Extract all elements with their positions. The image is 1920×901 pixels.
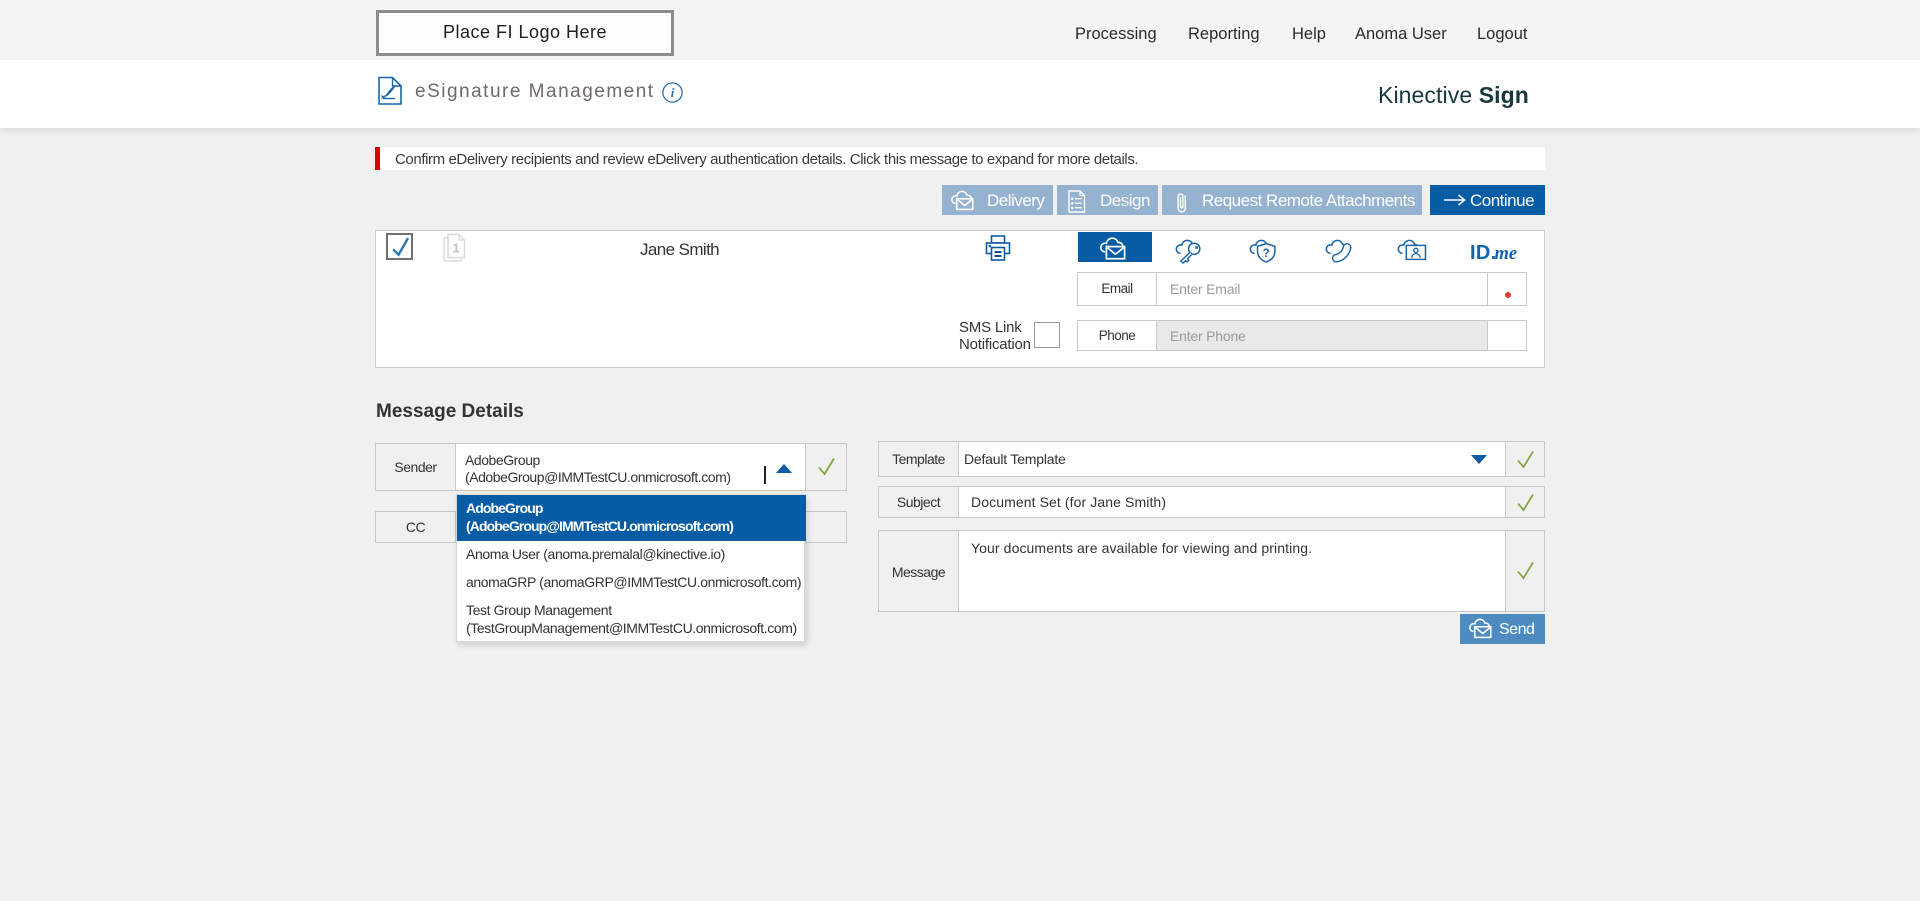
svg-text:1: 1: [452, 241, 459, 256]
svg-text:i: i: [671, 85, 675, 100]
svg-text:?: ?: [1263, 248, 1270, 260]
